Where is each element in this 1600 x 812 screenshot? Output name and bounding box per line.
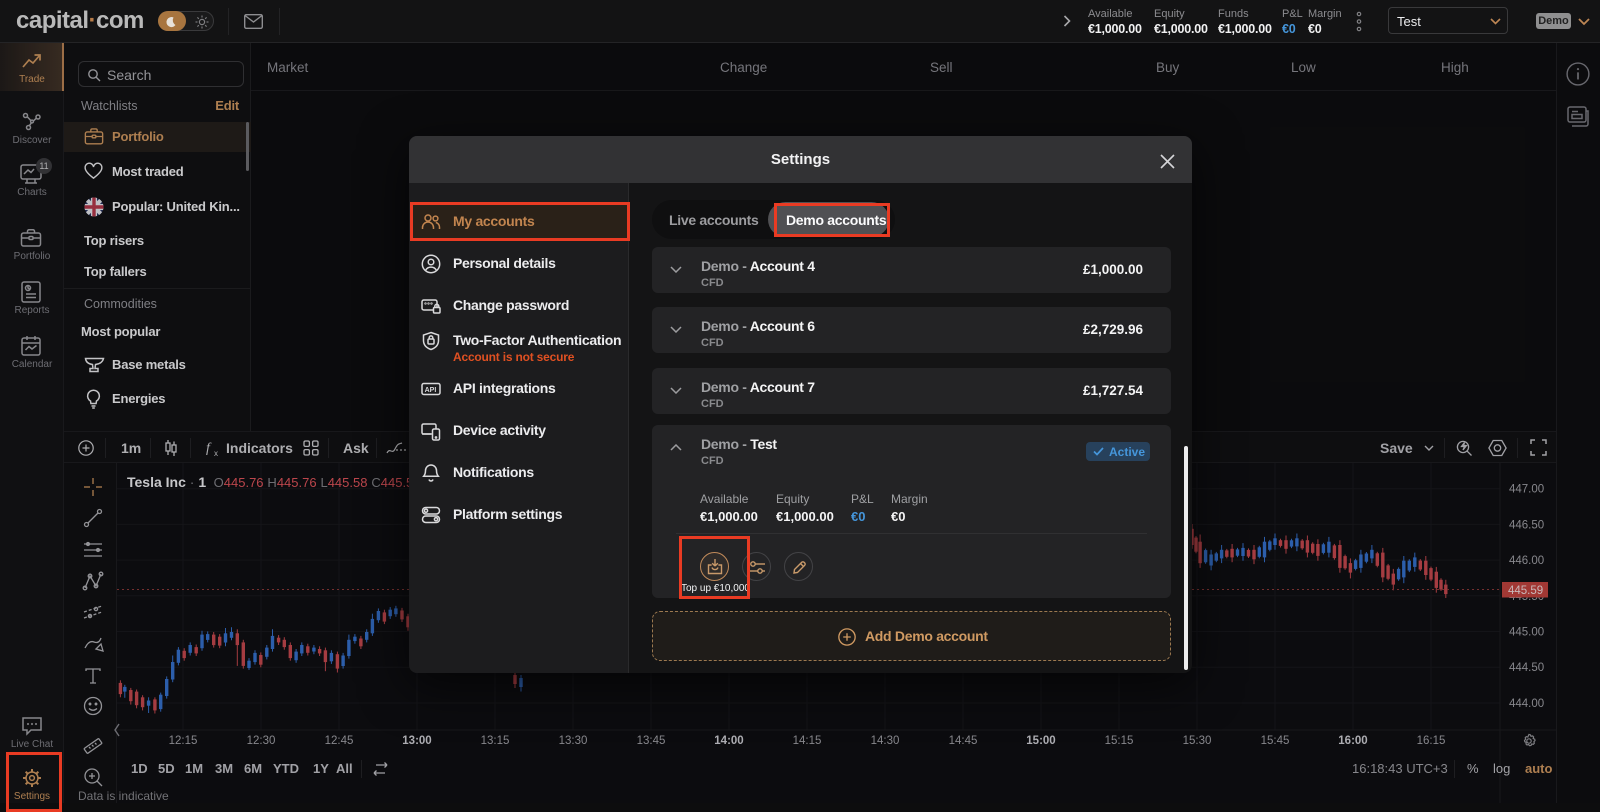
svg-text:API: API [425,387,437,394]
